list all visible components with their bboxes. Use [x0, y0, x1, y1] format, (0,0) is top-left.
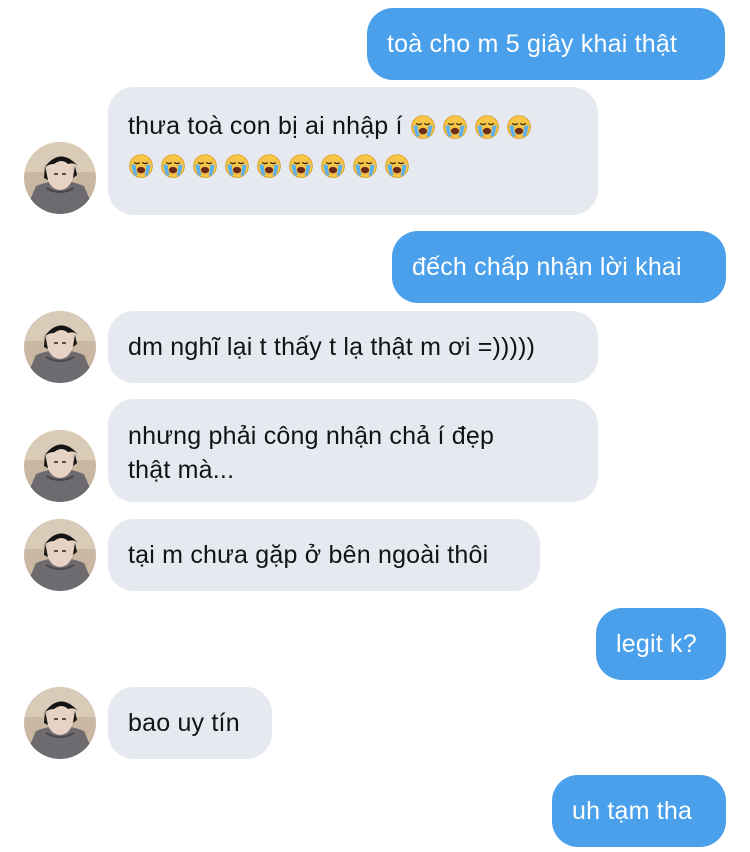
loudly-crying-face-icon — [320, 153, 346, 179]
loudly-crying-face-icon — [160, 153, 186, 179]
loudly-crying-face-icon — [224, 153, 250, 179]
loudly-crying-face-icon — [128, 153, 154, 179]
message-text: tại m chưa gặp ở bên ngoài thôi — [128, 541, 489, 569]
avatar[interactable] — [24, 519, 96, 591]
message-bubble-outgoing[interactable]: đếch chấp nhận lời khai — [392, 231, 726, 303]
message-text: dm nghĩ lại t thấy t lạ thật m ơi =))))) — [128, 333, 536, 361]
message-bubble-incoming[interactable]: bao uy tín — [108, 687, 272, 759]
message-bubble-incoming[interactable]: tại m chưa gặp ở bên ngoài thôi — [108, 519, 540, 591]
message-bubble-outgoing[interactable]: toà cho m 5 giây khai thật — [367, 8, 725, 80]
message-bubble-incoming[interactable]: thưa toà con bị ai nhập í — [108, 87, 598, 215]
message-text: thật mà... — [128, 456, 235, 484]
emoji-group — [128, 153, 578, 179]
message-text: legit k? — [616, 630, 697, 658]
loudly-crying-face-icon — [256, 153, 282, 179]
loudly-crying-face-icon — [506, 114, 532, 140]
loudly-crying-face-icon — [474, 114, 500, 140]
loudly-crying-face-icon — [352, 153, 378, 179]
message-bubble-incoming[interactable]: dm nghĩ lại t thấy t lạ thật m ơi =))))) — [108, 311, 598, 383]
avatar[interactable] — [24, 142, 96, 214]
message-text: toà cho m 5 giây khai thật — [387, 30, 678, 58]
message-text: bao uy tín — [128, 709, 240, 737]
message-text: thưa toà con bị ai nhập í — [128, 112, 403, 140]
message-text: đếch chấp nhận lời khai — [412, 253, 682, 281]
emoji-group — [410, 114, 532, 140]
message-text: uh tạm tha — [572, 797, 693, 825]
message-bubble-outgoing[interactable]: uh tạm tha — [552, 775, 726, 847]
avatar[interactable] — [24, 430, 96, 502]
message-bubble-outgoing[interactable]: legit k? — [596, 608, 726, 680]
avatar[interactable] — [24, 687, 96, 759]
loudly-crying-face-icon — [192, 153, 218, 179]
message-text: nhưng phải công nhận chả í đẹp — [128, 422, 495, 450]
loudly-crying-face-icon — [410, 114, 436, 140]
loudly-crying-face-icon — [442, 114, 468, 140]
loudly-crying-face-icon — [384, 153, 410, 179]
avatar[interactable] — [24, 311, 96, 383]
message-bubble-incoming[interactable]: nhưng phải công nhận chả í đẹp thật mà..… — [108, 399, 598, 502]
loudly-crying-face-icon — [288, 153, 314, 179]
